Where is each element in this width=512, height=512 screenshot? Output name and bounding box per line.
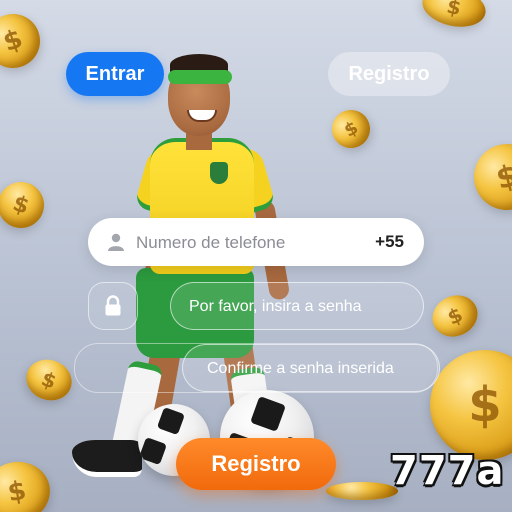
brand-logo-text: 777a bbox=[390, 448, 505, 494]
register-submit-button[interactable]: Registro bbox=[176, 438, 336, 490]
login-button[interactable]: Entrar bbox=[66, 52, 164, 96]
phone-input[interactable] bbox=[134, 226, 358, 260]
football-boot bbox=[72, 440, 142, 477]
register-tab-button[interactable]: Registro bbox=[328, 52, 450, 96]
gold-coin-icon: $ bbox=[0, 456, 55, 512]
gold-coin-icon: $ bbox=[418, 0, 490, 33]
confirm-password-field[interactable] bbox=[182, 344, 440, 392]
jersey-crest-icon bbox=[210, 162, 228, 184]
confirm-password-input[interactable] bbox=[205, 353, 433, 385]
green-headband bbox=[168, 70, 232, 84]
gold-coin-icon: $ bbox=[0, 6, 48, 76]
lock-icon-box bbox=[88, 282, 138, 330]
gold-coin-icon: $ bbox=[430, 350, 512, 460]
gold-coin-icon: $ bbox=[466, 136, 512, 218]
gold-coin-icon: $ bbox=[425, 288, 485, 344]
password-field[interactable] bbox=[170, 282, 424, 330]
gold-coin-icon: $ bbox=[0, 176, 50, 234]
user-icon bbox=[108, 233, 124, 251]
gold-coin-icon: $ bbox=[325, 103, 377, 155]
password-input[interactable] bbox=[187, 291, 411, 323]
lock-icon bbox=[105, 295, 121, 316]
country-code[interactable]: +55 bbox=[375, 232, 404, 252]
phone-field[interactable]: +55 bbox=[88, 218, 424, 266]
gold-coin-icon bbox=[326, 482, 398, 500]
